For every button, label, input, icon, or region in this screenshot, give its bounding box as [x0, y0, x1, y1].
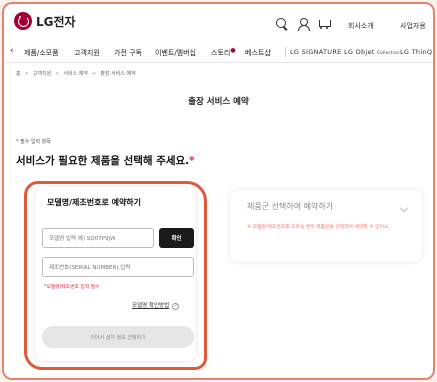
chevron-down-icon[interactable]: [399, 203, 409, 213]
nav-item-events[interactable]: 이벤트/멤버십: [155, 48, 196, 58]
brand-objet-label: LG Objet: [344, 48, 375, 56]
required-note: * 필수 입력 항목: [16, 139, 51, 145]
model-help-link[interactable]: 모델명 확인방법?: [132, 301, 180, 310]
help-icon: ?: [172, 303, 180, 310]
chevron-left-icon[interactable]: ‹: [10, 46, 14, 56]
required-error: *모델명/제조번호 입력 필수: [44, 285, 100, 290]
main-nav: ‹ 제품/소모품 고객지원 가전 구독 이벤트/멤버십 스토리● 베스트샵 LG…: [4, 42, 433, 62]
required-star: *: [189, 155, 195, 167]
lg-logo[interactable]: LG전자: [14, 12, 76, 30]
brand-objet-sub: Collection: [377, 50, 400, 55]
lg-logo-icon: [14, 12, 32, 30]
company-link[interactable]: 회사소개: [348, 21, 374, 31]
breadcrumb-current: 출장 서비스 예약: [88, 71, 136, 77]
search-icon[interactable]: [276, 18, 288, 30]
model-input[interactable]: 모델명 입력 예) SQ07P9JW: [42, 228, 154, 248]
nav-divider: [285, 47, 286, 57]
header: LG전자 회사소개 사업자용: [4, 4, 433, 40]
nav-item-support[interactable]: 고객지원: [74, 48, 100, 58]
serial-input[interactable]: 제조번호(SERIAL NUMBER) 입력: [42, 257, 194, 277]
nav-item-products[interactable]: 제품/소모품: [24, 48, 59, 58]
category-card-title: 제품군 선택하여 예약하기: [247, 202, 334, 211]
model-help-label: 모델명 확인방법: [132, 303, 170, 309]
business-link[interactable]: 사업자용: [400, 21, 426, 31]
category-reservation-card[interactable]: 제품군 선택하여 예약하기 ※ 모델명/제조번호를 모르실 경우 제품군을 선택…: [230, 190, 422, 262]
model-card-title: 모델명/제조번호로 예약하기: [47, 198, 142, 207]
model-reservation-card: 모델명/제조번호로 예약하기 모델명 입력 예) SQ07P9JW 확인 제조번…: [24, 181, 207, 370]
header-icons: [276, 18, 331, 31]
user-icon[interactable]: [297, 18, 310, 31]
logo-text: LG전자: [36, 14, 76, 29]
page-frame: LG전자 회사소개 사업자용 ‹ 제품/소모품 고객지원 가전 구독 이벤트/멤…: [2, 2, 435, 380]
nav-item-bestshop[interactable]: 베스트샵: [245, 48, 271, 58]
new-dot-icon: ●: [230, 47, 236, 54]
cart-icon[interactable]: [318, 18, 331, 30]
category-card-note: ※ 모델명/제조번호를 모르실 경우 제품군을 선택하여 예약할 수 있어요.: [247, 225, 390, 230]
breadcrumb-support[interactable]: 고객지원: [21, 71, 52, 77]
next-step-button[interactable]: 이어서 설치 정보 선택하기: [42, 326, 194, 348]
page-title: 출장 서비스 예약: [188, 97, 249, 107]
breadcrumb-home[interactable]: 홈: [16, 71, 21, 77]
breadcrumb-reservation[interactable]: 서비스 예약: [51, 71, 88, 77]
brand-objet[interactable]: LG Objet Collection: [344, 48, 400, 56]
brand-thinq[interactable]: LG ThinQ: [400, 48, 432, 56]
nav-item-subscription[interactable]: 가전 구독: [114, 48, 142, 58]
model-reservation-panel: 모델명/제조번호로 예약하기 모델명 입력 예) SQ07P9JW 확인 제조번…: [35, 187, 196, 361]
nav-item-story-label: 스토리: [211, 49, 231, 57]
brand-signature[interactable]: LG SIGNATURE: [290, 48, 342, 56]
nav-item-story[interactable]: 스토리●: [211, 47, 236, 58]
nav-divider-line: [4, 62, 433, 63]
confirm-button[interactable]: 확인: [159, 228, 194, 248]
section-heading: 서비스가 필요한 제품을 선택해 주세요.*: [16, 153, 195, 168]
breadcrumb: 홈고객지원서비스 예약출장 서비스 예약: [16, 70, 136, 77]
section-heading-text: 서비스가 필요한 제품을 선택해 주세요.: [16, 155, 190, 167]
